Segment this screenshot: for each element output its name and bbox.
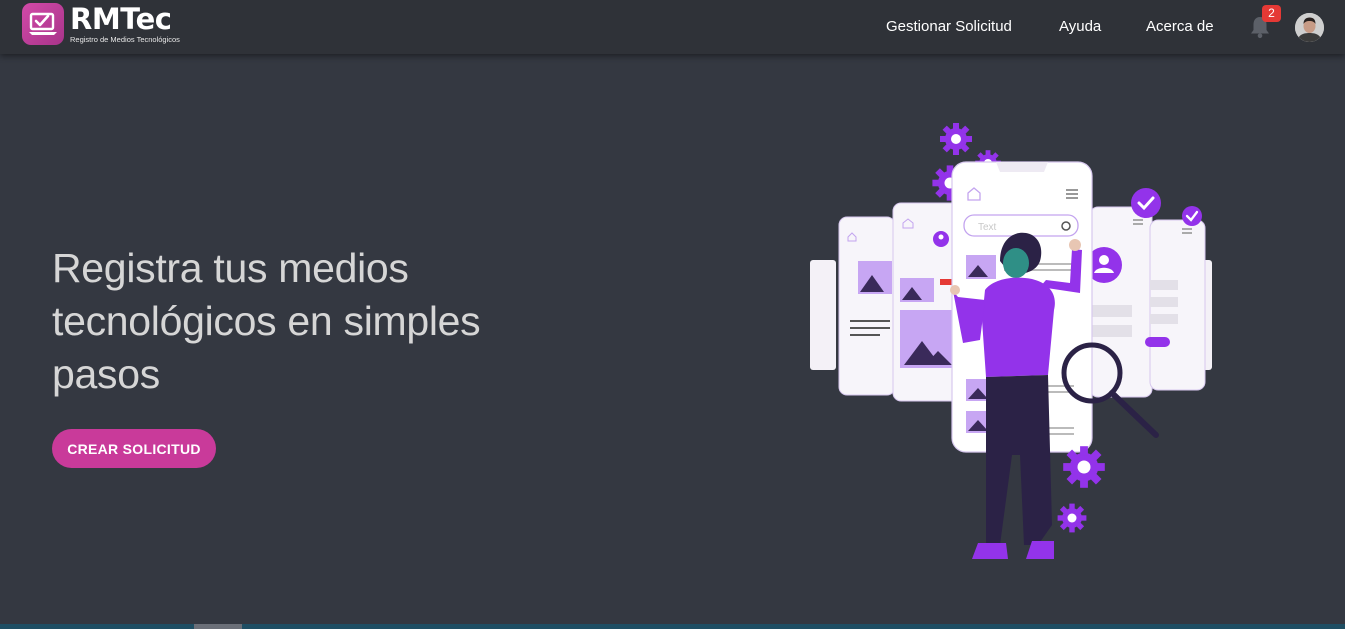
logo-laptop-check-icon [22, 3, 64, 45]
notification-badge: 2 [1262, 5, 1281, 22]
user-avatar[interactable] [1295, 13, 1324, 42]
gear-icon [940, 123, 972, 155]
brand-title: RMTec [70, 2, 172, 36]
nav-gestionar-solicitud[interactable]: Gestionar Solicitud [886, 18, 1012, 35]
hero-title: Registra tus medios tecnológicos en simp… [52, 245, 481, 397]
gear-icon [1057, 503, 1087, 533]
hero-illustration: Text [800, 115, 1220, 565]
illustration-search-text: Text [978, 222, 997, 233]
brand-subtitle: Registro de Medios Tecnológicos [70, 35, 180, 44]
gear-icon [1063, 446, 1105, 488]
brand-logo[interactable]: RMTec Registro de Medios Tecnológicos [22, 3, 180, 47]
nav-acerca-de[interactable]: Acerca de [1146, 18, 1214, 35]
bottom-tab-indicator [194, 624, 242, 629]
top-navbar: RMTec Registro de Medios Tecnológicos Ge… [0, 0, 1345, 54]
nav-ayuda[interactable]: Ayuda [1059, 18, 1101, 35]
crear-solicitud-button[interactable]: CREAR SOLICITUD [52, 429, 216, 468]
